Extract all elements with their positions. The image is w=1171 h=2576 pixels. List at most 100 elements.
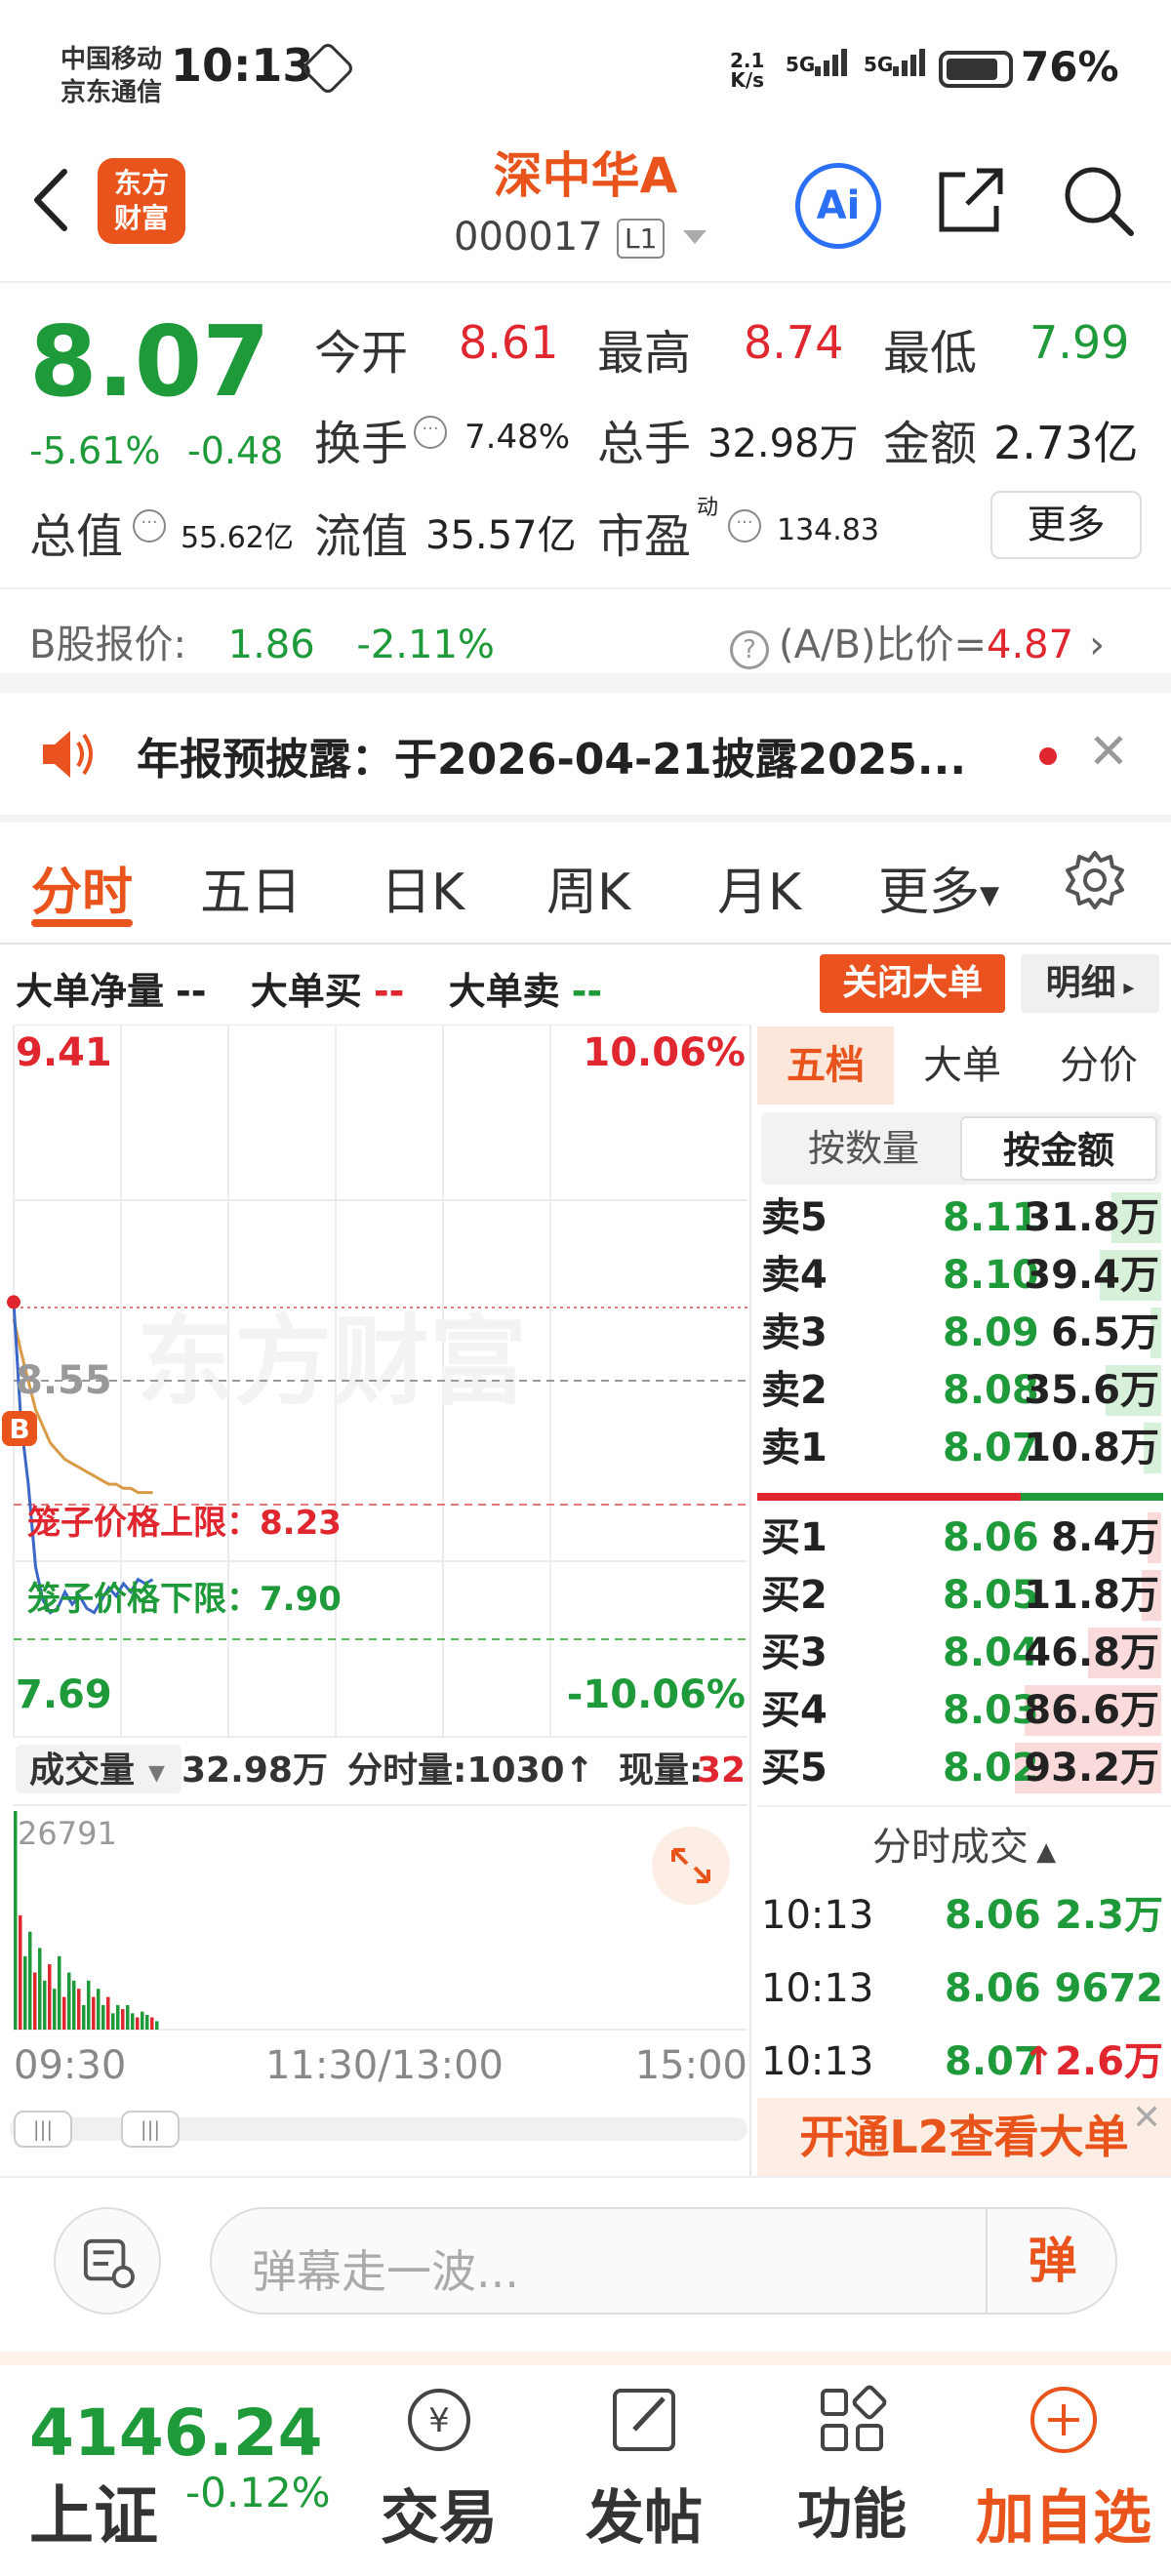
tab-price-distribution[interactable]: 分价 xyxy=(1030,1026,1167,1105)
stock-code[interactable]: 000017 xyxy=(454,215,603,260)
info-icon[interactable]: ··· xyxy=(414,416,447,449)
close-big-order-button[interactable]: 关闭大单 xyxy=(820,954,1005,1013)
trade-icon: ¥ xyxy=(408,2389,470,2451)
level-label: 卖2 xyxy=(761,1368,828,1413)
volume-bar xyxy=(33,1972,37,2030)
buy-sell-ratio-bar xyxy=(757,1493,1163,1501)
b-share-quote[interactable]: B股报价: 1.86 -2.11% xyxy=(29,613,495,669)
search-icon[interactable] xyxy=(1059,161,1137,239)
detail-button[interactable]: 明细 ▸ xyxy=(1021,954,1159,1013)
info-icon[interactable]: ··· xyxy=(133,509,166,543)
ai-button[interactable]: Ai xyxy=(795,163,881,249)
level-volume: 11.8万 xyxy=(1024,1573,1159,1618)
network-speed: 2.1 K/s xyxy=(730,49,765,92)
amount-label: 金额 xyxy=(883,417,978,471)
scroll-handle-right[interactable]: ||| xyxy=(121,2111,180,2148)
close-icon[interactable]: ✕ xyxy=(1088,727,1129,776)
l2-upgrade-banner[interactable]: 开通L2查看大单 xyxy=(757,2098,1171,2176)
level-volume: 31.8万 xyxy=(1024,1195,1159,1240)
share-icon[interactable] xyxy=(932,161,1010,239)
danmu-send-button[interactable]: 弹 xyxy=(986,2207,1117,2314)
danmu-settings-icon[interactable] xyxy=(54,2207,161,2314)
bid-row[interactable]: 买5 8.02 93.2万 xyxy=(757,1739,1171,1797)
help-icon[interactable]: ? xyxy=(730,630,769,669)
edit-icon xyxy=(613,2389,675,2451)
tick-time: 10:13 xyxy=(761,1893,874,1938)
ask-row[interactable]: 卖3 8.09 6.5万 xyxy=(757,1304,1171,1362)
current-volume-label: 现量: xyxy=(619,1751,703,1791)
cage-upper-label: 笼子价格上限：8.23 xyxy=(27,1504,342,1543)
buy-marker: B xyxy=(9,1413,29,1445)
tab-monthly-k[interactable]: 月K xyxy=(717,851,801,924)
volume-label: 总手 xyxy=(597,417,692,471)
chart-bottom-price: 7.69 xyxy=(16,1672,112,1717)
tab-big-order[interactable]: 大单 xyxy=(894,1026,1030,1105)
level-badge[interactable]: L1 xyxy=(617,219,666,259)
battery-icon xyxy=(939,51,1013,88)
level-volume: 46.8万 xyxy=(1024,1630,1159,1675)
level-price: 8.09 xyxy=(943,1310,1039,1355)
ask-row[interactable]: 卖2 8.08 35.6万 xyxy=(757,1361,1171,1420)
info-icon[interactable]: ··· xyxy=(728,509,761,543)
tab-five-day[interactable]: 五日 xyxy=(200,851,302,924)
chart-mid-price: 8.55 xyxy=(16,1358,112,1403)
bid-row[interactable]: 买3 8.04 46.8万 xyxy=(757,1624,1171,1682)
volume-bar xyxy=(58,1955,61,2030)
tab-daily-k[interactable]: 日K xyxy=(381,851,464,924)
tick-trades-title[interactable]: 分时成交 ▲ xyxy=(757,1815,1171,1872)
float-label: 流值 xyxy=(314,509,409,564)
nav-add-watchlist[interactable]: 加自选 xyxy=(966,2381,1161,2556)
level-label: 卖4 xyxy=(761,1253,828,1298)
tick-vol: 9672 xyxy=(1054,1966,1163,2011)
battery-level: 76% xyxy=(1021,43,1119,91)
level-price: 8.06 xyxy=(943,1515,1039,1560)
bid-row[interactable]: 买4 8.03 86.6万 xyxy=(757,1681,1171,1740)
bid-row[interactable]: 买2 8.05 11.8万 xyxy=(757,1566,1171,1625)
signal-icon: 5G xyxy=(864,49,928,76)
index-value[interactable]: 4146.24 xyxy=(29,2395,323,2471)
volume-value: 32.98万 xyxy=(707,422,859,466)
announcement-text[interactable]: 年报预披露：于2026-04-21披露2025... xyxy=(137,724,995,786)
volume-selector[interactable]: 成交量 xyxy=(29,1750,135,1791)
back-arrow-icon[interactable] xyxy=(27,166,76,234)
tab-more[interactable]: 更多▼ xyxy=(878,851,999,924)
subtab-by-quantity[interactable]: 按数量 xyxy=(765,1116,962,1181)
pe-value: 134.83 xyxy=(777,513,879,547)
intraday-chart[interactable]: 东方财富 9.41 10.06% 8.55 B 笼子价格上限：8.23 笼子价格… xyxy=(0,1025,751,2176)
index-name[interactable]: 上证 xyxy=(29,2464,158,2557)
tab-weekly-k[interactable]: 周K xyxy=(546,851,630,924)
gear-icon[interactable] xyxy=(1064,849,1126,911)
ask-row[interactable]: 卖4 8.10 39.4万 xyxy=(757,1246,1171,1305)
volume-bar xyxy=(116,2004,120,2030)
carrier-secondary: 京东通信 xyxy=(61,78,163,107)
level-volume: 93.2万 xyxy=(1024,1746,1159,1791)
time-start: 09:30 xyxy=(14,2043,126,2088)
tab-five-levels[interactable]: 五档 xyxy=(757,1026,894,1105)
open-value: 8.61 xyxy=(459,316,559,369)
b-share-price: 1.86 xyxy=(227,623,315,667)
status-time: 10:13 xyxy=(171,39,314,92)
big-order-summary: 大单净量 -- 大单买 -- 大单卖 -- xyxy=(16,970,603,1013)
volume-bar xyxy=(97,1989,101,2030)
tick-row: 10:13 8.06 9672 xyxy=(757,1954,1171,2023)
current-volume: 32 xyxy=(697,1751,746,1791)
volume-bar xyxy=(145,2015,149,2030)
chart-bottom-pct: -10.06% xyxy=(567,1672,746,1717)
ab-ratio[interactable]: ? (A/B)比价=4.87 › xyxy=(730,613,1105,669)
more-button[interactable]: 更多 xyxy=(990,491,1142,559)
volume-bar xyxy=(141,2011,144,2030)
ask-row[interactable]: 卖5 8.11 31.8万 xyxy=(757,1188,1171,1247)
nav-post[interactable]: 发帖 xyxy=(566,2381,722,2556)
tab-intraday[interactable]: 分时 xyxy=(31,851,133,924)
level-volume: 8.4万 xyxy=(1051,1515,1159,1560)
scroll-handle-left[interactable]: ||| xyxy=(14,2111,72,2148)
subtab-by-amount[interactable]: 按金额 xyxy=(960,1116,1157,1181)
close-icon[interactable]: ✕ xyxy=(1132,2098,1161,2138)
svg-text:¥: ¥ xyxy=(428,2401,450,2440)
ask-row[interactable]: 卖1 8.07 10.8万 xyxy=(757,1419,1171,1477)
chevron-down-icon[interactable] xyxy=(683,230,707,244)
nav-trade[interactable]: ¥ 交易 xyxy=(361,2381,517,2556)
bid-row[interactable]: 买1 8.06 8.4万 xyxy=(757,1509,1171,1567)
volume-total: 32.98万 xyxy=(182,1751,328,1791)
nav-functions[interactable]: 功能 xyxy=(774,2381,930,2550)
